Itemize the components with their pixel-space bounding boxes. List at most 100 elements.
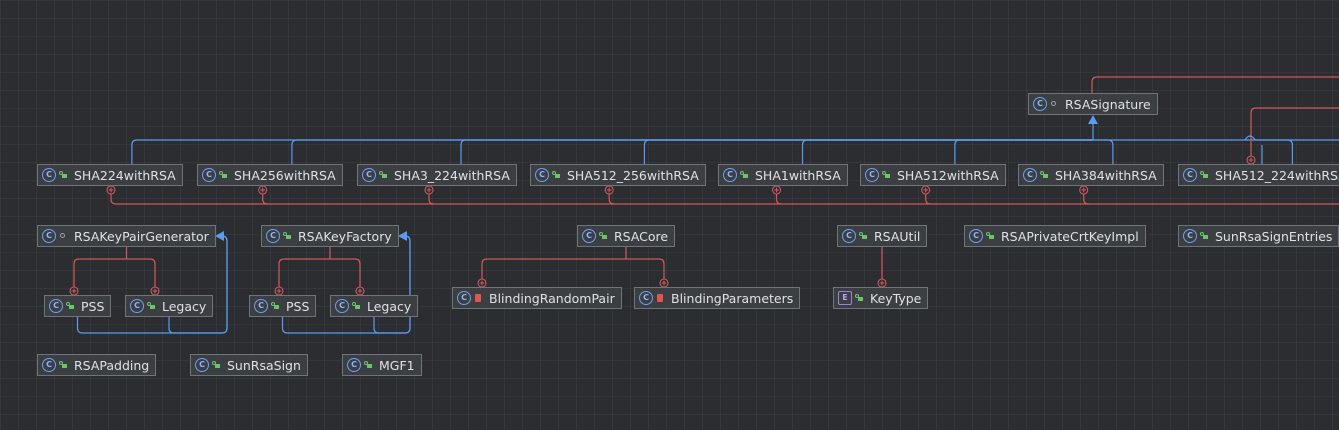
node-sha1with-rsa[interactable]: C SHA1withRSA: [718, 164, 848, 186]
node-label: PSS: [286, 298, 310, 314]
inner-class-edge: [73, 258, 127, 295]
node-label: BlindingParameters: [671, 290, 794, 306]
inheritance-edge: [1244, 135, 1339, 141]
enum-icon: E: [838, 291, 852, 305]
inheritance-arrowhead: [215, 231, 224, 241]
node-mgf1[interactable]: C MGF1: [342, 354, 422, 376]
public-access-icon: [283, 232, 291, 240]
public-access-icon: [379, 171, 387, 179]
class-icon: C: [266, 229, 280, 243]
public-access-icon: [1200, 232, 1208, 240]
node-label: SHA256withRSA: [234, 167, 336, 183]
inner-class-edge: [278, 258, 330, 295]
inner-class-marker: [877, 278, 887, 288]
node-label: MGF1: [379, 357, 415, 373]
class-icon: C: [202, 168, 216, 182]
node-kpg-pss[interactable]: C PSS: [44, 295, 112, 317]
public-access-icon: [1200, 171, 1208, 179]
inner-class-edge: [1250, 107, 1339, 164]
node-rsasignature[interactable]: C RSASignature: [1028, 93, 1158, 115]
node-sha512-256with-rsa[interactable]: C SHA512_256withRSA: [530, 164, 706, 186]
diagram-canvas[interactable]: C RSASignature C SHA224withRSA C SHA256withRS…: [0, 0, 1339, 430]
inner-class-marker: [274, 286, 284, 296]
class-icon: C: [842, 229, 856, 243]
inner-class-marker: [1079, 185, 1089, 195]
node-key-type[interactable]: E KeyType: [833, 287, 929, 309]
inner-class-marker: [424, 185, 434, 195]
inner-class-marker: [1246, 155, 1256, 165]
node-sun-rsa-sign[interactable]: C SunRsaSign: [190, 354, 308, 376]
node-sha224with-rsa[interactable]: C SHA224withRSA: [37, 164, 183, 186]
node-kf-pss[interactable]: C PSS: [249, 295, 317, 317]
inner-class-marker: [771, 185, 782, 195]
class-icon: C: [723, 168, 737, 182]
class-icon: C: [969, 229, 983, 243]
class-icon: C: [1023, 168, 1037, 182]
node-label: SHA512withRSA: [897, 167, 999, 183]
node-rsaprivate-crt-key-impl[interactable]: C RSAPrivateCrtKeyImpl: [964, 225, 1146, 247]
node-blinding-random-pair[interactable]: C BlindingRandomPair: [452, 287, 622, 309]
inheritance-arrowhead: [1088, 115, 1098, 124]
public-access-icon: [986, 232, 994, 240]
inheritance-edge: [131, 139, 1093, 164]
class-icon: C: [335, 299, 349, 313]
inner-class-edge: [330, 258, 361, 295]
inheritance-edge: [1093, 139, 1114, 164]
node-rsakey-pair-generator[interactable]: C RSAKeyPairGenerator: [37, 225, 216, 247]
node-label: RSASignature: [1065, 96, 1151, 112]
node-sun-rsa-sign-entries[interactable]: C SunRsaSignEntries: [1178, 225, 1339, 247]
class-icon: C: [195, 358, 209, 372]
public-access-icon: [147, 302, 155, 310]
node-kf-legacy[interactable]: C Legacy: [330, 295, 419, 317]
class-icon: C: [535, 168, 549, 182]
class-icon: C: [49, 299, 63, 313]
inner-class-edge: [626, 258, 665, 287]
node-label: RSAKeyFactory: [298, 228, 392, 244]
node-label: Legacy: [162, 298, 207, 314]
node-label: SHA1withRSA: [755, 167, 841, 183]
inner-class-marker: [106, 185, 116, 195]
inner-class-marker: [355, 286, 365, 296]
class-icon: C: [42, 229, 56, 243]
class-icon: C: [347, 358, 361, 372]
node-label: SHA384withRSA: [1055, 167, 1157, 183]
node-rsautil[interactable]: C RSAUtil: [837, 225, 928, 247]
node-rsapadding[interactable]: C RSAPadding: [37, 354, 157, 376]
package-access-icon: [1050, 100, 1058, 108]
node-blinding-parameters[interactable]: C BlindingParameters: [634, 287, 801, 309]
node-label: SHA224withRSA: [74, 167, 176, 183]
public-access-icon: [59, 171, 67, 179]
node-rsakey-factory[interactable]: C RSAKeyFactory: [261, 225, 399, 247]
class-icon: C: [1183, 229, 1197, 243]
public-access-icon: [364, 361, 372, 369]
node-sha512with-rsa[interactable]: C SHA512withRSA: [860, 164, 1006, 186]
node-label: RSACore: [614, 228, 669, 244]
node-rsacore[interactable]: C RSACore: [577, 225, 676, 247]
node-kpg-legacy[interactable]: C Legacy: [125, 295, 214, 317]
node-label: PSS: [81, 298, 105, 314]
public-access-icon: [882, 171, 890, 179]
node-sha512-224with-rsa[interactable]: C SHA512_224withRSA: [1178, 164, 1339, 186]
public-access-icon: [66, 302, 74, 310]
inheritance-edge: [168, 235, 228, 334]
inner-class-marker: [921, 185, 931, 195]
public-access-icon: [352, 302, 360, 310]
public-access-icon: [59, 361, 67, 369]
public-access-icon: [855, 294, 863, 302]
node-sha256with-rsa[interactable]: C SHA256withRSA: [197, 164, 343, 186]
node-label: RSAPadding: [74, 357, 150, 373]
inheritance-edge: [281, 235, 411, 334]
node-label: RSAUtil: [874, 228, 921, 244]
inner-class-marker: [69, 286, 79, 296]
class-icon: C: [1183, 168, 1197, 182]
node-sha384with-rsa[interactable]: C SHA384withRSA: [1018, 164, 1164, 186]
public-access-icon: [599, 232, 607, 240]
inheritance-edge: [643, 139, 1093, 164]
node-sha3-224with-rsa[interactable]: C SHA3_224withRSA: [357, 164, 517, 186]
private-access-icon: [474, 294, 482, 302]
public-access-icon: [740, 171, 748, 179]
inheritance-edge: [801, 139, 1093, 164]
public-access-icon: [219, 171, 227, 179]
class-icon: C: [865, 168, 879, 182]
class-icon: C: [42, 358, 56, 372]
